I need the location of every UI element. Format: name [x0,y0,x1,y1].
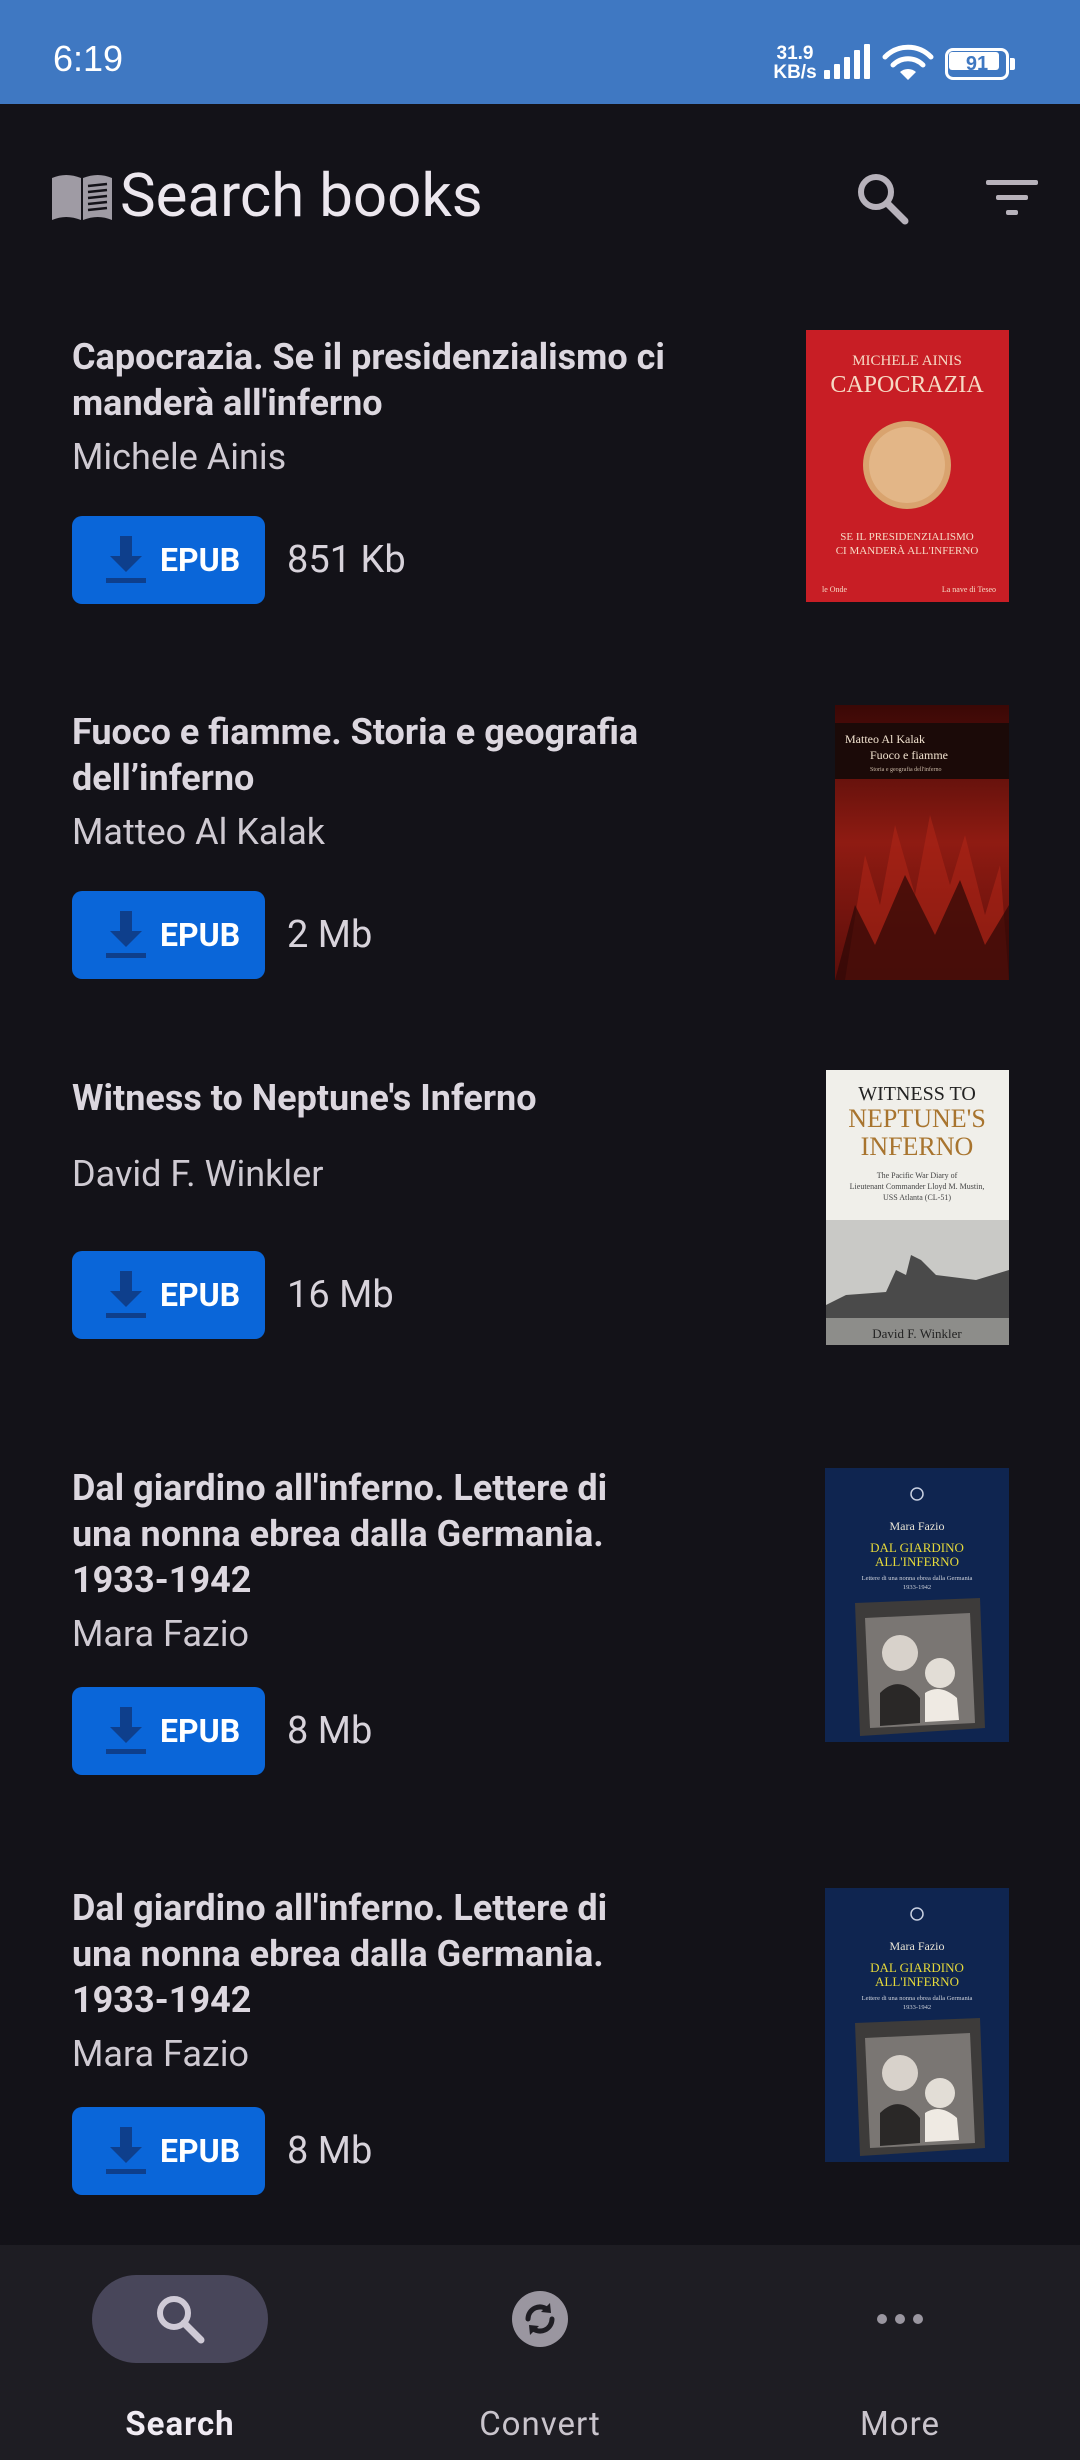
epub-download-button[interactable]: EPUB [72,1251,265,1339]
file-size: 851 Kb [287,538,406,582]
cover-main: Fuoco e fiamme [870,748,948,762]
book-list: Capocrazia. Se il presidenzialismo ci ma… [0,290,1080,2245]
list-item[interactable]: Capocrazia. Se il presidenzialismo ci ma… [0,290,1080,665]
open-book-icon [52,175,112,220]
cover-main2: ALL'INFERNO [875,1974,959,1989]
epub-label: EPUB [160,2132,241,2170]
download-icon [106,536,146,583]
cover-main1: DAL GIARDINO [870,1960,964,1975]
cover-main: CAPOCRAZIA [830,372,984,398]
epub-label: EPUB [160,916,241,954]
battery-level: 91 [965,53,989,75]
book-author: Michele Ainis [72,436,287,478]
cover-art: Matteo Al Kalak Fuoco e fiamme Storia e … [835,705,1009,980]
svg-text:CI MANDERÀ ALL'INFERNO: CI MANDERÀ ALL'INFERNO [836,545,979,557]
book-cover[interactable]: WITNESS TO NEPTUNE'S INFERNO The Pacific… [826,1070,1009,1345]
cover-top: Mara Fazio [890,1519,945,1533]
book-cover[interactable]: MICHELE AINIS CAPOCRAZIA SE IL PRESIDENZ… [806,330,1009,602]
download-icon [106,1271,146,1318]
epub-label: EPUB [160,1276,241,1314]
list-item[interactable]: Witness to Neptune's Inferno David F. Wi… [0,1025,1080,1425]
book-author: Matteo Al Kalak [72,811,326,853]
book-cover[interactable]: Matteo Al Kalak Fuoco e fiamme Storia e … [835,705,1009,980]
file-size: 16 Mb [287,1273,394,1317]
book-author: David F. Winkler [72,1153,324,1195]
download-icon [106,1707,146,1754]
cover-main2: INFERNO [861,1132,974,1161]
cover-art: MICHELE AINIS CAPOCRAZIA SE IL PRESIDENZ… [806,330,1009,602]
svg-text:Lettere di una nonna ebrea dal: Lettere di una nonna ebrea dalla Germani… [862,1995,973,2002]
book-cover[interactable]: Mara Fazio DAL GIARDINO ALL'INFERNO Lett… [825,1888,1009,2162]
page-title: Search books [120,160,483,231]
search-icon [157,2296,205,2344]
status-time: 6:19 [53,38,124,79]
file-size: 2 Mb [287,913,373,957]
cover-main2: ALL'INFERNO [875,1554,959,1569]
nav-label-more: More [859,2405,940,2444]
status-bar: 6:19 31.9 KB/s 91 [0,0,1080,104]
list-item[interactable]: Dal giardino all'inferno. Lettere di una… [0,1845,1080,2245]
download-icon [106,2127,146,2174]
search-icon[interactable] [850,166,914,230]
book-title: Dal giardino all'inferno. Lettere di una… [72,1887,608,2021]
wifi-icon [882,44,934,80]
book-author: Mara Fazio [72,2033,250,2075]
book-title: Dal giardino all'inferno. Lettere di una… [72,1467,608,1601]
book-title: Capocrazia. Se il presidenzialismo ci ma… [72,336,665,424]
network-speed-unit: KB/s [773,62,817,83]
epub-download-button[interactable]: EPUB [72,1687,265,1775]
epub-label: EPUB [160,541,241,579]
bottom-navigation: Search Convert More [0,2245,1080,2460]
list-item[interactable]: Dal giardino all'inferno. Lettere di una… [0,1425,1080,1845]
cover-footer-right: La nave di Teseo [942,585,996,594]
cover-top: Mara Fazio [890,1939,945,1953]
app-bar: Search books [0,104,1080,284]
book-cover[interactable]: Mara Fazio DAL GIARDINO ALL'INFERNO Lett… [825,1468,1009,1742]
network-speed-value: 31.9 [776,43,814,64]
list-item[interactable]: Fuoco e fiamme. Storia e geografia dell’… [0,665,1080,1025]
convert-icon [512,2291,568,2347]
nav-item-convert[interactable]: Convert [360,2245,720,2460]
epub-label: EPUB [160,1712,241,1750]
book-author: Mara Fazio [72,1613,250,1655]
epub-download-button[interactable]: EPUB [72,891,265,979]
svg-text:1933-1942: 1933-1942 [903,1584,931,1591]
book-title: Fuoco e fiamme. Storia e geografia dell’… [72,711,639,799]
epub-download-button[interactable]: EPUB [72,516,265,604]
cover-art: WITNESS TO NEPTUNE'S INFERNO The Pacific… [826,1070,1009,1345]
cover-top: MICHELE AINIS [852,353,962,369]
signal-icon [824,44,870,79]
nav-item-more[interactable]: More [720,2245,1080,2460]
file-size: 8 Mb [287,1709,373,1753]
cover-main1: DAL GIARDINO [870,1540,964,1555]
svg-text:The Pacific War Diary of: The Pacific War Diary of [877,1171,958,1180]
cover-footer: David F. Winkler [872,1326,962,1341]
svg-text:Lettere di una nonna ebrea dal: Lettere di una nonna ebrea dalla Germani… [862,1575,973,1582]
epub-download-button[interactable]: EPUB [72,2107,265,2195]
svg-text:USS Atlanta (CL-51): USS Atlanta (CL-51) [883,1193,951,1202]
nav-label-convert: Convert [479,2405,601,2444]
cover-footer-left: le Onde [822,585,848,594]
nav-item-search[interactable]: Search [0,2245,360,2460]
file-size: 8 Mb [287,2129,373,2173]
more-horizontal-icon [877,2314,923,2324]
svg-text:Lieutenant Commander Lloyd M.: Lieutenant Commander Lloyd M. Mustin, [850,1182,985,1191]
cover-top: Matteo Al Kalak [845,732,925,746]
cover-art: Mara Fazio DAL GIARDINO ALL'INFERNO Lett… [825,1888,1009,2162]
download-icon [106,911,146,958]
network-speed: 31.9 KB/s [770,44,820,82]
cover-main1: NEPTUNE'S [848,1104,986,1133]
nav-label-search: Search [125,2405,235,2444]
svg-text:SE IL PRESIDENZIALISMO: SE IL PRESIDENZIALISMO [840,531,973,543]
cover-art: Mara Fazio DAL GIARDINO ALL'INFERNO Lett… [825,1468,1009,1742]
battery-icon: 91 [945,48,1015,80]
book-title: Witness to Neptune's Inferno [72,1077,537,1119]
svg-text:1933-1942: 1933-1942 [903,2004,931,2011]
filter-icon[interactable] [980,166,1044,230]
cover-top: WITNESS TO [858,1083,976,1105]
cover-sub: Storia e geografia dell'inferno [870,766,942,773]
